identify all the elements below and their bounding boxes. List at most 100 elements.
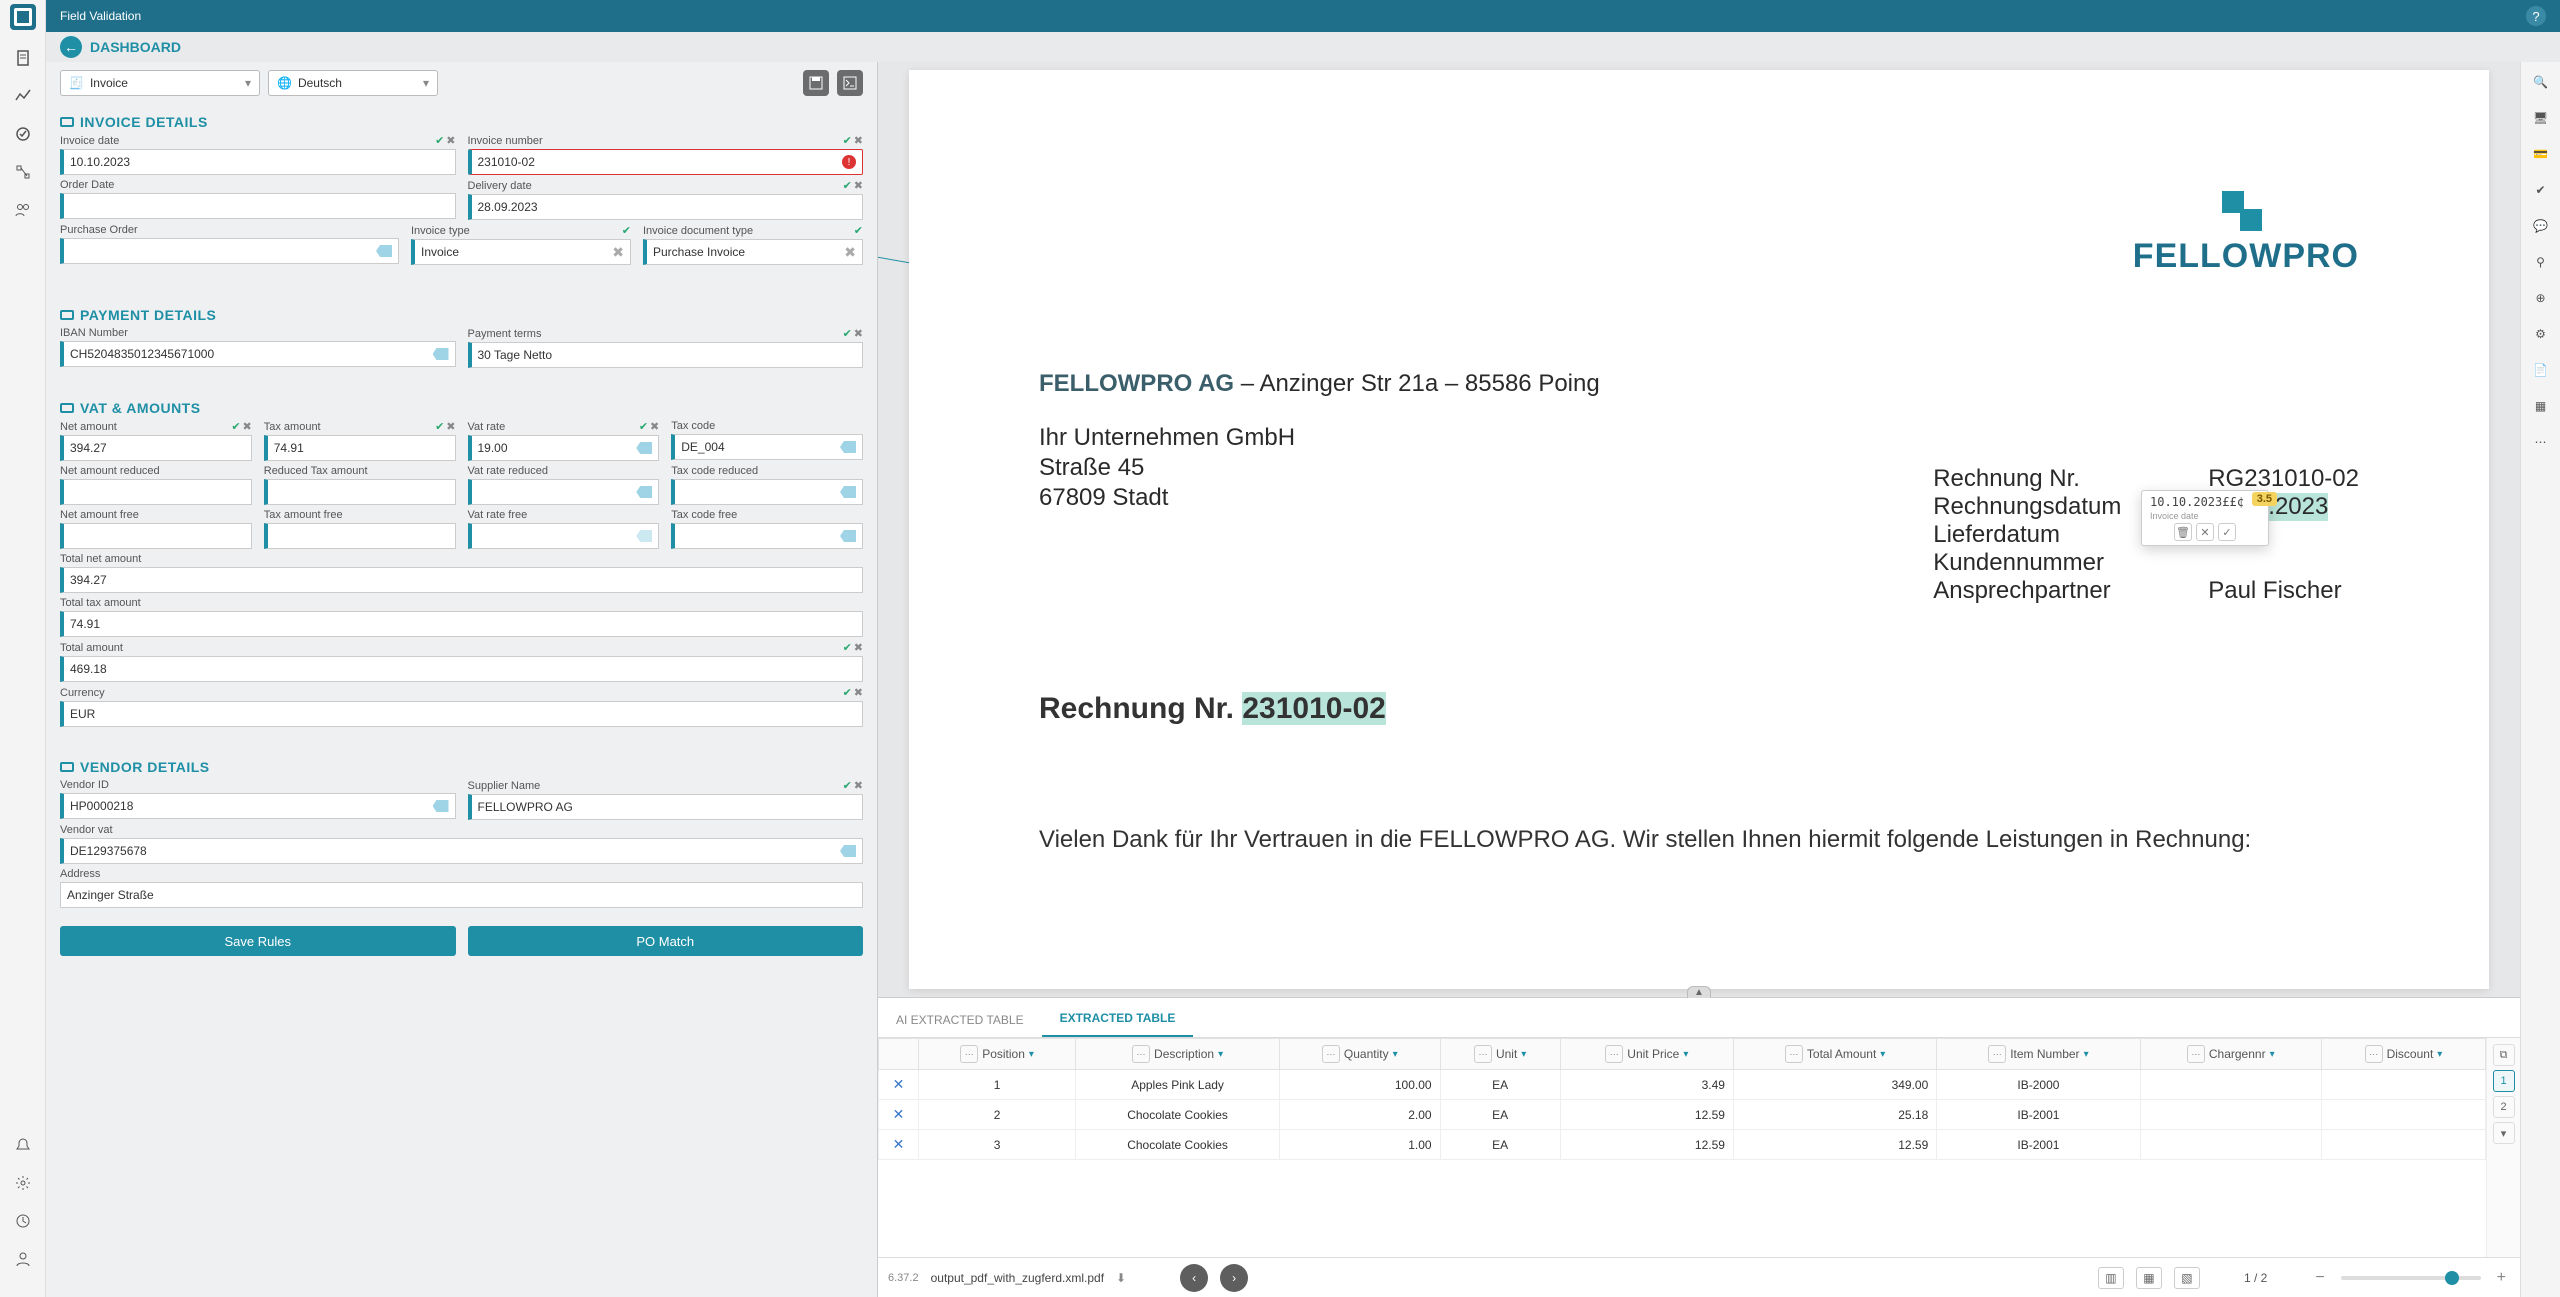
column-menu-icon[interactable]: ⋯ [1132,1045,1150,1063]
input-purchase-order[interactable] [60,238,399,264]
sort-icon[interactable]: ▾ [2270,1049,2275,1060]
clear-icon[interactable]: ✖ [844,244,856,261]
panel-resize-handle[interactable]: ▲ [1687,986,1711,998]
tool-search-icon[interactable]: 🔍 [2531,72,2551,92]
next-doc-button[interactable]: › [1220,1264,1248,1292]
column-menu-icon[interactable]: ⋯ [1322,1045,1340,1063]
help-icon[interactable]: ? [2526,6,2546,26]
table-page-2[interactable]: 2 [2493,1096,2515,1118]
status-clear-icon[interactable]: ✖ [446,134,455,147]
column-menu-icon[interactable]: ⋯ [1988,1045,2006,1063]
col-discount[interactable]: ⋯Discount▾ [2321,1039,2485,1070]
tag-icon[interactable] [433,800,449,812]
input-net-free[interactable] [60,523,252,549]
table-page-down[interactable]: ▾ [2493,1122,2515,1144]
sort-icon[interactable]: ▾ [1218,1049,1223,1060]
tool-comment-icon[interactable]: 💬 [2531,216,2551,236]
input-invoice-number[interactable]: 231010-02! [468,149,864,175]
table-page-1[interactable]: 1 [2493,1070,2515,1092]
tool-monitor-icon[interactable]: 🖥 [2531,108,2551,128]
tag-icon[interactable] [636,530,652,542]
input-supplier-name[interactable]: FELLOWPRO AG [468,794,864,820]
input-currency[interactable]: EUR [60,701,863,727]
delete-row-icon[interactable]: ✕ [893,1106,905,1122]
view-mode-grid-icon[interactable]: ▧ [2174,1267,2200,1289]
tooltip-cancel-button[interactable]: ✕ [2196,523,2214,541]
dashboard-link[interactable]: DASHBOARD [90,39,181,55]
tab-ai-extracted[interactable]: AI EXTRACTED TABLE [878,1003,1042,1037]
input-tax-reduced[interactable] [264,479,456,505]
input-invoice-date[interactable]: 10.10.2023 [60,149,456,175]
tool-stamp-icon[interactable]: ⚙ [2531,324,2551,344]
tag-icon[interactable] [636,442,652,454]
tool-accessibility-icon[interactable]: ⚲ [2531,252,2551,272]
col-unit-price[interactable]: ⋯Unit Price▾ [1560,1039,1733,1070]
input-total-amount[interactable]: 469.18 [60,656,863,682]
input-vat-rate-free[interactable] [468,523,660,549]
nav-notifications-icon[interactable] [13,1135,33,1155]
input-vat-rate[interactable]: 19.00 [468,435,660,461]
col-chargennr[interactable]: ⋯Chargennr▾ [2140,1039,2321,1070]
column-menu-icon[interactable]: ⋯ [2365,1045,2383,1063]
tool-pdf-icon[interactable]: 📄 [2531,360,2551,380]
tag-icon[interactable] [636,486,652,498]
col-position[interactable]: ⋯Position▾ [919,1039,1076,1070]
tool-more-icon[interactable]: ⋯ [2531,432,2551,452]
sort-icon[interactable]: ▾ [2084,1049,2089,1060]
view-mode-single-icon[interactable]: ▥ [2098,1267,2124,1289]
sort-icon[interactable]: ▾ [1521,1049,1526,1060]
zoom-slider[interactable] [2341,1276,2481,1280]
nav-settings-icon[interactable] [13,1173,33,1193]
input-invoice-doc-type[interactable]: Purchase Invoice✖ [643,239,863,265]
col-total-amount[interactable]: ⋯Total Amount▾ [1733,1039,1936,1070]
input-tax-code-reduced[interactable] [671,479,863,505]
col-quantity[interactable]: ⋯Quantity▾ [1280,1039,1441,1070]
column-menu-icon[interactable]: ⋯ [1785,1045,1803,1063]
column-menu-icon[interactable]: ⋯ [960,1045,978,1063]
input-tax-free[interactable] [264,523,456,549]
input-vendor-address[interactable]: Anzinger Straße [60,882,863,908]
tool-card-icon[interactable]: 💳 [2531,144,2551,164]
input-iban[interactable]: CH5204835012345671000 [60,341,456,367]
nav-profile-icon[interactable] [13,1249,33,1269]
input-order-date[interactable] [60,193,456,219]
nav-validation-icon[interactable] [13,124,33,144]
delete-row-icon[interactable]: ✕ [893,1076,905,1092]
tag-icon[interactable] [840,486,856,498]
prev-doc-button[interactable]: ‹ [1180,1264,1208,1292]
tag-icon[interactable] [840,441,856,453]
sort-icon[interactable]: ▾ [1683,1049,1688,1060]
tooltip-confirm-button[interactable]: ✓ [2218,523,2236,541]
clear-icon[interactable]: ✖ [612,244,624,261]
po-match-button[interactable]: PO Match [468,926,864,956]
input-net-amount[interactable]: 394.27 [60,435,252,461]
nav-workflow-icon[interactable] [13,162,33,182]
download-icon[interactable]: ⬇ [1116,1271,1126,1285]
delete-row-icon[interactable]: ✕ [893,1136,905,1152]
tag-icon[interactable] [840,530,856,542]
tool-validate-icon[interactable]: ✔ [2531,180,2551,200]
tag-icon[interactable] [376,245,392,257]
input-tax-code[interactable]: DE_004 [671,434,863,460]
col-item-number[interactable]: ⋯Item Number▾ [1937,1039,2140,1070]
language-select[interactable]: 🌐 Deutsch ▾ [268,70,438,96]
back-button[interactable]: ← [60,36,82,58]
column-menu-icon[interactable]: ⋯ [1474,1045,1492,1063]
input-total-tax[interactable]: 74.91 [60,611,863,637]
input-tax-amount[interactable]: 74.91 [264,435,456,461]
input-vendor-vat[interactable]: DE129375678 [60,838,863,864]
sort-icon[interactable]: ▾ [1393,1049,1398,1060]
sort-icon[interactable]: ▾ [2437,1049,2442,1060]
terminal-button[interactable] [837,70,863,96]
save-layout-button[interactable] [803,70,829,96]
input-payment-terms[interactable]: 30 Tage Netto [468,342,864,368]
col-unit[interactable]: ⋯Unit▾ [1440,1039,1560,1070]
input-invoice-type[interactable]: Invoice✖ [411,239,631,265]
tag-icon[interactable] [840,845,856,857]
nav-documents-icon[interactable] [13,48,33,68]
column-menu-icon[interactable]: ⋯ [1605,1045,1623,1063]
input-delivery-date[interactable]: 28.09.2023 [468,194,864,220]
nav-users-icon[interactable] [13,200,33,220]
input-net-reduced[interactable] [60,479,252,505]
nav-history-icon[interactable] [13,1211,33,1231]
